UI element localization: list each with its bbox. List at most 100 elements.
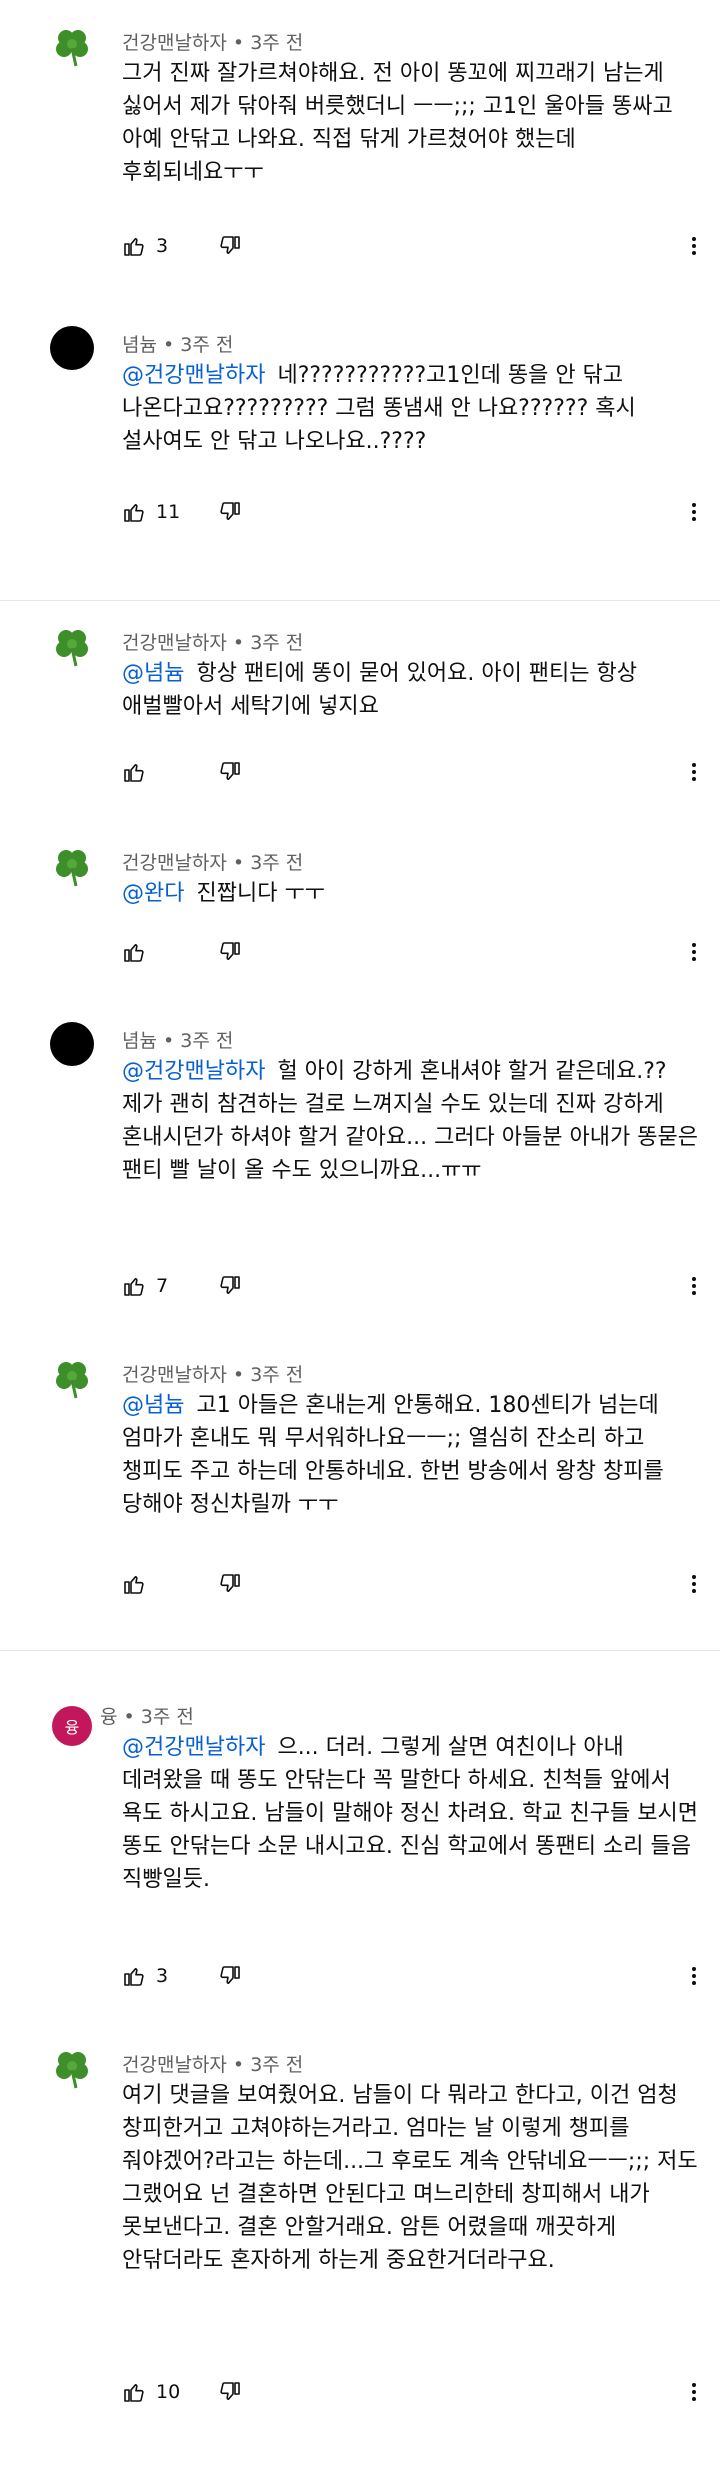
comment-actions (122, 760, 712, 794)
thumbs-down-icon (220, 942, 240, 960)
thumbs-down-icon (220, 762, 240, 780)
comment-text: 그거 진짜 잘가르쳐야해요. 전 아이 똥꼬에 찌끄래기 남는게 싫어서 제가 … (122, 57, 707, 189)
comment-actions (122, 1572, 712, 1606)
mention-link[interactable]: @념늄 (122, 661, 184, 686)
comment-text: 여기 댓글을 보여줬어요. 남들이 다 뭐라고 한다고, 이건 엄청 창피한거고… (122, 2079, 707, 2277)
dislike-button[interactable] (218, 760, 242, 788)
divider (0, 600, 720, 601)
thumbs-down-icon (220, 236, 240, 254)
comment-actions: 11 (122, 500, 712, 534)
comment-time[interactable]: 3주 전 (250, 32, 303, 54)
like-button[interactable]: 3 (122, 234, 168, 258)
comment-time[interactable]: 3주 전 (250, 632, 303, 654)
more-options-button[interactable] (682, 234, 706, 262)
comment-time[interactable]: 3주 전 (180, 1030, 233, 1052)
thumbs-up-icon (124, 944, 144, 962)
more-vertical-icon (692, 943, 696, 961)
comment-actions (122, 940, 712, 974)
mention-link[interactable]: @건강맨날하자 (122, 1735, 265, 1760)
comment-author[interactable]: 융 (100, 1706, 117, 1728)
dislike-button[interactable] (218, 2380, 242, 2408)
avatar-letter: 융 (64, 1718, 80, 1737)
clover-avatar-icon[interactable] (50, 844, 94, 888)
more-vertical-icon (692, 1967, 696, 1985)
more-options-button[interactable] (682, 1964, 706, 1992)
clover-avatar-icon[interactable] (50, 624, 94, 668)
thumbs-up-icon (124, 764, 144, 782)
thumbs-down-icon (220, 1276, 240, 1294)
comment-actions: 3 (122, 1964, 712, 1998)
more-options-button[interactable] (682, 500, 706, 528)
mention-link[interactable]: @건강맨날하자 (122, 363, 265, 388)
like-button[interactable]: 10 (122, 2380, 180, 2404)
comment-body: 고1 아들은 혼내는게 안통해요. 180센티가 넘는데 엄마가 혼내도 뭐 무… (122, 1393, 664, 1517)
avatar[interactable] (50, 1022, 94, 1066)
comment-meta: 념늄 • 3주 전 (122, 334, 234, 356)
more-options-button[interactable] (682, 2380, 706, 2408)
clover-avatar-icon[interactable] (50, 24, 94, 68)
comment-actions: 3 (122, 234, 712, 268)
more-vertical-icon (692, 503, 696, 521)
like-button[interactable] (122, 760, 156, 784)
more-options-button[interactable] (682, 760, 706, 788)
more-options-button[interactable] (682, 1572, 706, 1600)
like-button[interactable]: 3 (122, 1964, 168, 1988)
more-vertical-icon (692, 1575, 696, 1593)
comment-meta: 건강맨날하자 • 3주 전 (122, 32, 304, 54)
comment-time[interactable]: 3주 전 (250, 852, 303, 874)
comment-time[interactable]: 3주 전 (180, 334, 233, 356)
thumbs-down-icon (220, 1574, 240, 1592)
like-button[interactable]: 11 (122, 500, 180, 524)
avatar[interactable] (50, 326, 94, 370)
like-count: 10 (156, 2381, 181, 2403)
dislike-button[interactable] (218, 234, 242, 262)
comment-time[interactable]: 3주 전 (250, 1364, 303, 1386)
comment-meta: 건강맨날하자 • 3주 전 (122, 632, 304, 654)
mention-link[interactable]: @완다 (122, 881, 184, 906)
thumbs-up-icon (124, 1968, 144, 1986)
comment-author[interactable]: 념늄 (122, 334, 157, 356)
comment-author[interactable]: 건강맨날하자 (122, 1364, 227, 1386)
dislike-button[interactable] (218, 1572, 242, 1600)
more-options-button[interactable] (682, 1274, 706, 1302)
comment-body: 진짭니다 ㅜㅜ (196, 881, 325, 906)
comment-author[interactable]: 건강맨날하자 (122, 632, 227, 654)
like-count: 11 (156, 501, 181, 523)
comment-text: @완다 진짭니다 ㅜㅜ (122, 877, 707, 910)
divider (0, 1650, 720, 1651)
comment-time[interactable]: 3주 전 (141, 1706, 194, 1728)
mention-link[interactable]: @념늄 (122, 1393, 184, 1418)
dislike-button[interactable] (218, 1964, 242, 1992)
comment-author[interactable]: 념늄 (122, 1030, 157, 1052)
like-button[interactable] (122, 1572, 156, 1596)
comment-author[interactable]: 건강맨날하자 (122, 852, 227, 874)
like-count: 3 (156, 235, 169, 257)
like-button[interactable]: 7 (122, 1274, 168, 1298)
more-vertical-icon (692, 237, 696, 255)
clover-avatar-icon[interactable] (50, 1356, 94, 1400)
comment-meta: 건강맨날하자 • 3주 전 (122, 2054, 304, 2076)
more-vertical-icon (692, 763, 696, 781)
comment-actions: 7 (122, 1274, 712, 1308)
dislike-button[interactable] (218, 1274, 242, 1302)
clover-avatar-icon[interactable] (50, 2046, 94, 2090)
comment-author[interactable]: 건강맨날하자 (122, 32, 227, 54)
comment-text: @념늄 항상 팬티에 똥이 묻어 있어요. 아이 팬티는 항상 애벌빨아서 세탁기… (122, 657, 707, 723)
thumbs-down-icon (220, 502, 240, 520)
thumbs-up-icon (124, 1576, 144, 1594)
avatar[interactable]: 융 (52, 1706, 92, 1746)
comment-author[interactable]: 건강맨날하자 (122, 2054, 227, 2076)
comment-time[interactable]: 3주 전 (250, 2054, 303, 2076)
dislike-button[interactable] (218, 500, 242, 528)
thumbs-up-icon (124, 504, 144, 522)
thumbs-up-icon (124, 1278, 144, 1296)
comment-text: @건강맨날하자 헐 아이 강하게 혼내셔야 할거 같은데요.?? 제가 괜히 참견… (122, 1055, 707, 1187)
more-vertical-icon (692, 1277, 696, 1295)
mention-link[interactable]: @건강맨날하자 (122, 1059, 265, 1084)
comment-meta: 건강맨날하자 • 3주 전 (122, 852, 304, 874)
like-button[interactable] (122, 940, 156, 964)
comment-text: @념늄 고1 아들은 혼내는게 안통해요. 180센티가 넘는데 엄마가 혼내도 … (122, 1389, 707, 1521)
comment-meta: 념늄 • 3주 전 (122, 1030, 234, 1052)
more-options-button[interactable] (682, 940, 706, 968)
dislike-button[interactable] (218, 940, 242, 968)
